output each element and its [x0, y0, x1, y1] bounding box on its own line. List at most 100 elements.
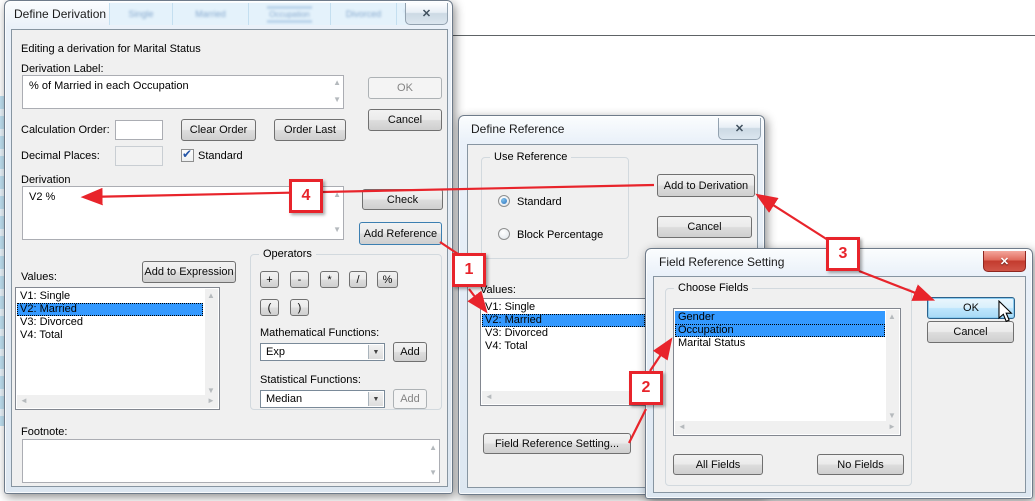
scroll-up-icon[interactable]: ▲ — [886, 311, 898, 322]
field-reference-setting-client: Choose Fields Gender Occupation Marital … — [653, 276, 1026, 493]
order-last-button[interactable]: Order Last — [274, 119, 346, 141]
scroll-down-icon[interactable]: ▼ — [886, 410, 898, 421]
scroll-down-icon[interactable]: ▼ — [333, 226, 341, 234]
footnote-caption: Footnote: — [21, 426, 67, 438]
calculation-order-input[interactable] — [115, 120, 163, 140]
scroll-right-icon[interactable]: ► — [886, 421, 898, 432]
list-item-selected[interactable]: Gender — [675, 311, 885, 324]
ok-button[interactable]: OK — [368, 77, 442, 99]
list-item[interactable]: V4: Total — [17, 329, 203, 342]
operators-caption: Operators — [259, 248, 316, 260]
derivation-label-caption: Derivation Label: — [21, 63, 104, 75]
standard-radio[interactable] — [498, 195, 510, 207]
list-item[interactable]: V4: Total — [482, 340, 645, 353]
list-item[interactable]: V1: Single — [482, 301, 645, 314]
scroll-left-icon[interactable]: ◄ — [483, 391, 495, 402]
list-item[interactable]: V1: Single — [17, 290, 203, 303]
blurred-table-headers: Single Married Occupation Divorced Total — [109, 3, 431, 25]
scroll-left-icon[interactable]: ◄ — [676, 421, 688, 432]
block-percentage-radio[interactable] — [498, 228, 510, 240]
define-derivation-titlebar[interactable]: Single Married Occupation Divorced Total… — [5, 1, 452, 28]
operator-plus-button[interactable]: + — [260, 271, 279, 288]
list-item-selected[interactable]: V2: Married — [17, 303, 203, 316]
dialog-title: Define Derivation — [14, 7, 106, 21]
horizontal-scrollbar[interactable]: ◄ ► — [482, 391, 646, 404]
standard-radio-label: Standard — [517, 196, 562, 208]
list-item[interactable]: Marital Status — [675, 337, 885, 350]
cancel-button[interactable]: Cancel — [657, 216, 752, 238]
screenshot-root: Single Married Occupation Divorced Total… — [0, 0, 1035, 501]
all-fields-button[interactable]: All Fields — [673, 454, 763, 475]
chevron-down-icon: ▼ — [368, 392, 383, 406]
use-reference-group: Use Reference Standard Block Percentage — [481, 157, 629, 259]
scroll-down-icon[interactable]: ▼ — [429, 469, 437, 477]
scroll-up-icon[interactable]: ▲ — [205, 290, 217, 301]
scroll-down-icon[interactable]: ▼ — [333, 96, 341, 104]
block-percentage-radio-label: Block Percentage — [517, 229, 603, 241]
operator-multiply-button[interactable]: * — [320, 271, 339, 288]
operator-divide-button[interactable]: / — [349, 271, 367, 288]
values-listbox[interactable]: V1: Single V2: Married V3: Divorced V4: … — [480, 298, 648, 406]
decimal-places-input[interactable] — [115, 146, 163, 166]
step-badge-1: 1 — [452, 253, 486, 287]
math-add-button[interactable]: Add — [393, 342, 427, 362]
field-reference-setting-dialog: Field Reference Setting ✕ Choose Fields … — [645, 248, 1033, 499]
math-functions-caption: Mathematical Functions: — [260, 327, 379, 339]
scroll-up-icon[interactable]: ▲ — [333, 191, 341, 199]
step-badge-2: 2 — [629, 371, 663, 405]
operators-group: Operators + - * / % ( ) Mathematical Fun… — [250, 254, 442, 410]
use-reference-caption: Use Reference — [490, 151, 571, 163]
define-reference-titlebar[interactable]: Define Reference ✕ — [459, 116, 764, 143]
list-item[interactable]: V3: Divorced — [17, 316, 203, 329]
vertical-scrollbar[interactable]: ▲ ▼ — [205, 289, 218, 397]
arrow-3-to-add-to-derivation — [759, 196, 828, 240]
close-icon[interactable]: ✕ — [983, 251, 1026, 272]
add-to-expression-button[interactable]: Add to Expression — [142, 261, 236, 283]
fields-listbox[interactable]: Gender Occupation Marital Status ▲ ▼ ◄ ► — [673, 308, 901, 436]
table-header-cell: Divorced — [331, 3, 397, 25]
define-derivation-client: Editing a derivation for Marital Status … — [11, 29, 448, 487]
add-to-derivation-button[interactable]: Add to Derivation — [657, 174, 755, 197]
values-listbox[interactable]: V1: Single V2: Married V3: Divorced V4: … — [15, 287, 220, 410]
math-functions-select[interactable]: Exp ▼ — [260, 343, 385, 361]
step-badge-4: 4 — [289, 179, 323, 213]
check-button[interactable]: Check — [362, 189, 443, 210]
table-header-cell: Single — [109, 3, 173, 25]
operator-minus-button[interactable]: - — [290, 271, 309, 288]
table-header-cell: Occupation — [249, 3, 331, 25]
horizontal-scrollbar[interactable]: ◄ ► — [675, 421, 899, 434]
footnote-input[interactable]: ▲ ▼ — [22, 439, 440, 483]
stat-add-button[interactable]: Add — [393, 389, 427, 409]
operator-close-paren-button[interactable]: ) — [290, 299, 309, 316]
decimal-places-caption: Decimal Places: — [21, 150, 100, 162]
cancel-button[interactable]: Cancel — [368, 109, 442, 131]
vertical-scrollbar[interactable]: ▲ ▼ — [886, 310, 899, 422]
ok-button[interactable]: OK — [927, 297, 1015, 319]
standard-checkbox[interactable]: ✔ — [181, 149, 194, 162]
scroll-right-icon[interactable]: ► — [205, 395, 217, 406]
standard-checkbox-label: Standard — [198, 150, 243, 162]
horizontal-scrollbar[interactable]: ◄ ► — [17, 395, 218, 408]
stat-functions-caption: Statistical Functions: — [260, 374, 361, 386]
add-reference-button[interactable]: Add Reference — [359, 222, 442, 245]
clear-order-button[interactable]: Clear Order — [181, 119, 256, 141]
list-item-selected[interactable]: Occupation — [675, 324, 885, 337]
math-functions-value: Exp — [266, 346, 285, 358]
operator-percent-button[interactable]: % — [377, 271, 398, 288]
cancel-button[interactable]: Cancel — [927, 321, 1014, 343]
derivation-label-text: % of Married in each Occupation — [29, 80, 189, 92]
no-fields-button[interactable]: No Fields — [817, 454, 904, 475]
close-icon[interactable]: ✕ — [405, 3, 448, 25]
stat-functions-select[interactable]: Median ▼ — [260, 390, 385, 408]
scroll-left-icon[interactable]: ◄ — [18, 395, 30, 406]
derivation-label-input[interactable]: % of Married in each Occupation ▲ ▼ — [22, 75, 344, 109]
scroll-up-icon[interactable]: ▲ — [429, 444, 437, 452]
field-reference-setting-button[interactable]: Field Reference Setting... — [483, 433, 631, 454]
list-item[interactable]: V3: Divorced — [482, 327, 645, 340]
list-item-selected[interactable]: V2: Married — [482, 314, 645, 327]
operator-open-paren-button[interactable]: ( — [260, 299, 279, 316]
calculation-order-caption: Calculation Order: — [21, 124, 110, 136]
close-icon[interactable]: ✕ — [718, 118, 761, 140]
scroll-up-icon[interactable]: ▲ — [333, 79, 341, 87]
stat-functions-value: Median — [266, 393, 302, 405]
